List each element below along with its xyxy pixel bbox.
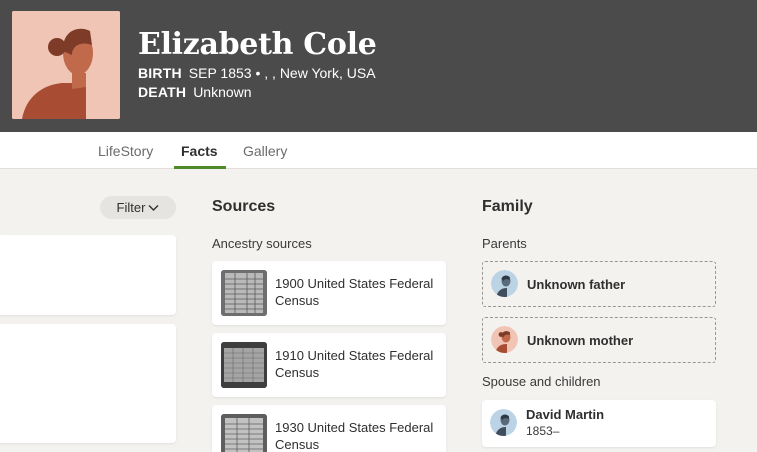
- profile-header: Elizabeth Cole BIRTH SEP 1853 • , , New Y…: [0, 0, 757, 132]
- female-avatar-icon: [491, 326, 518, 353]
- family-heading: Family: [482, 198, 533, 215]
- source-card-1930-census[interactable]: 1930 United States Federal Census: [212, 405, 446, 452]
- spouse-name: David Martin: [526, 407, 605, 422]
- census-document-thumbnail: [221, 270, 267, 316]
- sources-heading: Sources: [212, 198, 276, 215]
- chevron-down-icon: [148, 204, 159, 211]
- spouse-card[interactable]: David Martin 1853–: [482, 400, 716, 447]
- mother-name: Unknown mother: [527, 333, 634, 348]
- female-silhouette-icon: [12, 11, 120, 119]
- person-name: Elizabeth Cole: [138, 27, 377, 62]
- birth-event: BIRTH SEP 1853 • , , New York, USA: [138, 65, 376, 81]
- source-card-1900-census[interactable]: 1900 United States Federal Census: [212, 261, 446, 325]
- birth-label: BIRTH: [138, 65, 182, 81]
- parents-label: Parents: [482, 236, 527, 251]
- filter-label: Filter: [116, 200, 146, 215]
- tab-facts[interactable]: Facts: [181, 143, 218, 159]
- active-tab-indicator: [174, 166, 226, 169]
- census-document-thumbnail: [221, 342, 267, 388]
- source-title: 1910 United States Federal Census: [275, 348, 434, 380]
- birth-value: SEP 1853 • , , New York, USA: [188, 65, 376, 81]
- spouse-and-children-label: Spouse and children: [482, 374, 601, 389]
- add-mother-card[interactable]: Unknown mother: [482, 317, 716, 363]
- profile-photo-placeholder[interactable]: [12, 11, 120, 119]
- male-avatar-icon: [491, 270, 518, 297]
- census-page-icon: [221, 270, 267, 316]
- census-document-thumbnail: [221, 414, 267, 452]
- male-avatar-icon: [490, 409, 517, 436]
- source-card-1910-census[interactable]: 1910 United States Federal Census: [212, 333, 446, 397]
- death-event: DEATH Unknown: [138, 84, 252, 100]
- tab-lifestory[interactable]: LifeStory: [98, 143, 153, 159]
- tab-gallery[interactable]: Gallery: [243, 143, 287, 159]
- fact-card[interactable]: [0, 324, 176, 443]
- census-page-icon: [221, 414, 267, 452]
- fact-card[interactable]: [0, 235, 176, 315]
- add-father-card[interactable]: Unknown father: [482, 261, 716, 307]
- ancestry-sources-label: Ancestry sources: [212, 236, 312, 251]
- census-page-icon: [221, 342, 267, 388]
- source-title: 1930 United States Federal Census: [275, 420, 434, 452]
- death-value: Unknown: [193, 84, 252, 100]
- father-name: Unknown father: [527, 277, 626, 292]
- profile-tabs: LifeStory Facts Gallery: [0, 132, 757, 169]
- source-title: 1900 United States Federal Census: [275, 276, 434, 308]
- spouse-lifespan: 1853–: [526, 424, 560, 438]
- death-label: DEATH: [138, 84, 187, 100]
- filter-button[interactable]: Filter: [100, 196, 176, 219]
